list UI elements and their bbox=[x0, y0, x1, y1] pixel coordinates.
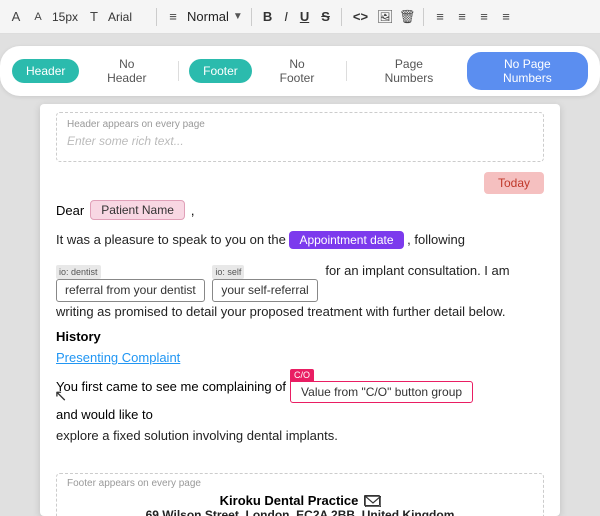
toggle-sep-2 bbox=[346, 61, 347, 81]
no-page-numbers-btn[interactable]: No Page Numbers bbox=[467, 52, 588, 90]
header-section[interactable]: Header appears on every page Enter some … bbox=[56, 112, 544, 162]
dear-prefix: Dear bbox=[56, 203, 84, 218]
align-justify-icon[interactable]: ≡ bbox=[498, 9, 514, 25]
footer-practice-name: Kiroku Dental Practice bbox=[220, 493, 359, 508]
footer-btn[interactable]: Footer bbox=[189, 59, 252, 83]
text-format-icon[interactable]: A bbox=[30, 9, 46, 25]
co-badge: C/O bbox=[290, 369, 314, 381]
footer-practice: Kiroku Dental Practice bbox=[67, 493, 533, 508]
code-btn[interactable]: <> bbox=[350, 7, 371, 26]
underline-btn[interactable]: U bbox=[297, 7, 312, 26]
date-row: Today bbox=[40, 166, 560, 198]
co-prefix: You first came to see me complaining of bbox=[56, 379, 286, 394]
doc-body-2: io: dentist referral from your dentist i… bbox=[40, 259, 560, 325]
style-label: Normal bbox=[187, 9, 229, 24]
header-placeholder: Enter some rich text... bbox=[67, 134, 533, 148]
history-section: History Presenting Complaint You first c… bbox=[40, 325, 560, 463]
co-row: You first came to see me complaining of … bbox=[56, 369, 544, 422]
bold-btn[interactable]: B bbox=[260, 7, 275, 26]
dear-comma: , bbox=[191, 203, 195, 218]
doc-page: Header appears on every page Enter some … bbox=[40, 104, 560, 516]
footer-content: Kiroku Dental Practice 69 Wilson Street,… bbox=[67, 493, 533, 516]
doc-body-1: It was a pleasure to speak to you on the… bbox=[40, 226, 560, 259]
toolbar-divider-2 bbox=[251, 8, 252, 26]
italic-btn[interactable]: I bbox=[281, 7, 291, 26]
co-badge-container: C/O Value from "C/O" button group bbox=[290, 369, 473, 403]
header-label: Header appears on every page bbox=[67, 119, 533, 130]
strikethrough-btn[interactable]: S bbox=[318, 7, 333, 26]
image-icon[interactable]: 🖼 bbox=[377, 9, 393, 25]
footer-label: Footer appears on every page bbox=[67, 478, 533, 489]
toolbar-divider-4 bbox=[423, 8, 424, 26]
para1-post: , following bbox=[407, 232, 465, 247]
footer-section[interactable]: Footer appears on every page Kiroku Dent… bbox=[56, 473, 544, 516]
align-right-icon[interactable]: ≡ bbox=[476, 9, 492, 25]
referral-chip[interactable]: referral from your dentist bbox=[56, 279, 205, 302]
io-self-label: io: self bbox=[212, 265, 244, 279]
style-select[interactable]: Normal ▼ bbox=[187, 9, 243, 24]
text-case-icon[interactable]: A bbox=[8, 9, 24, 25]
toolbar: A A 15px T Arial ≡ Normal ▼ B I U S <> 🖼… bbox=[0, 0, 600, 34]
delete-icon[interactable]: 🗑 bbox=[399, 9, 415, 25]
chevron-down-icon: ▼ bbox=[233, 11, 243, 22]
today-btn[interactable]: Today bbox=[484, 172, 544, 194]
align-center-icon[interactable]: ≡ bbox=[454, 9, 470, 25]
page-numbers-btn[interactable]: Page Numbers bbox=[357, 52, 461, 90]
patient-name-chip[interactable]: Patient Name bbox=[90, 200, 185, 220]
co-suffix: and would like to bbox=[56, 407, 153, 422]
co-value-chip[interactable]: Value from "C/O" button group bbox=[290, 381, 473, 403]
presenting-complaint-link[interactable]: Presenting Complaint bbox=[56, 350, 544, 365]
main-area: Header No Header Footer No Footer Page N… bbox=[0, 34, 600, 516]
self-referral-chip[interactable]: your self-referral bbox=[212, 279, 317, 302]
history-title: History bbox=[56, 329, 544, 344]
appointment-date-chip[interactable]: Appointment date bbox=[289, 231, 403, 249]
toggle-sep-1 bbox=[178, 61, 179, 81]
list-icon[interactable]: ≡ bbox=[165, 9, 181, 25]
io-dentist-label: io: dentist bbox=[56, 265, 101, 279]
dear-line: Dear Patient Name , bbox=[40, 198, 560, 226]
co-line2: explore a fixed solution involving denta… bbox=[56, 424, 544, 455]
header-btn[interactable]: Header bbox=[12, 59, 79, 83]
font-name[interactable]: Arial bbox=[108, 10, 148, 24]
toolbar-divider-1 bbox=[156, 8, 157, 26]
font-type-icon: T bbox=[86, 9, 102, 25]
toggle-bar: Header No Header Footer No Footer Page N… bbox=[0, 46, 600, 96]
mail-icon bbox=[364, 495, 380, 506]
para1-pre: It was a pleasure to speak to you on the bbox=[56, 232, 286, 247]
toolbar-divider-3 bbox=[341, 8, 342, 26]
font-size[interactable]: 15px bbox=[52, 10, 80, 24]
no-footer-btn[interactable]: No Footer bbox=[258, 52, 336, 90]
no-header-btn[interactable]: No Header bbox=[85, 52, 168, 90]
footer-address: 69 Wilson Street, London, EC2A 2BB, Unit… bbox=[67, 508, 533, 516]
align-left-icon[interactable]: ≡ bbox=[432, 9, 448, 25]
